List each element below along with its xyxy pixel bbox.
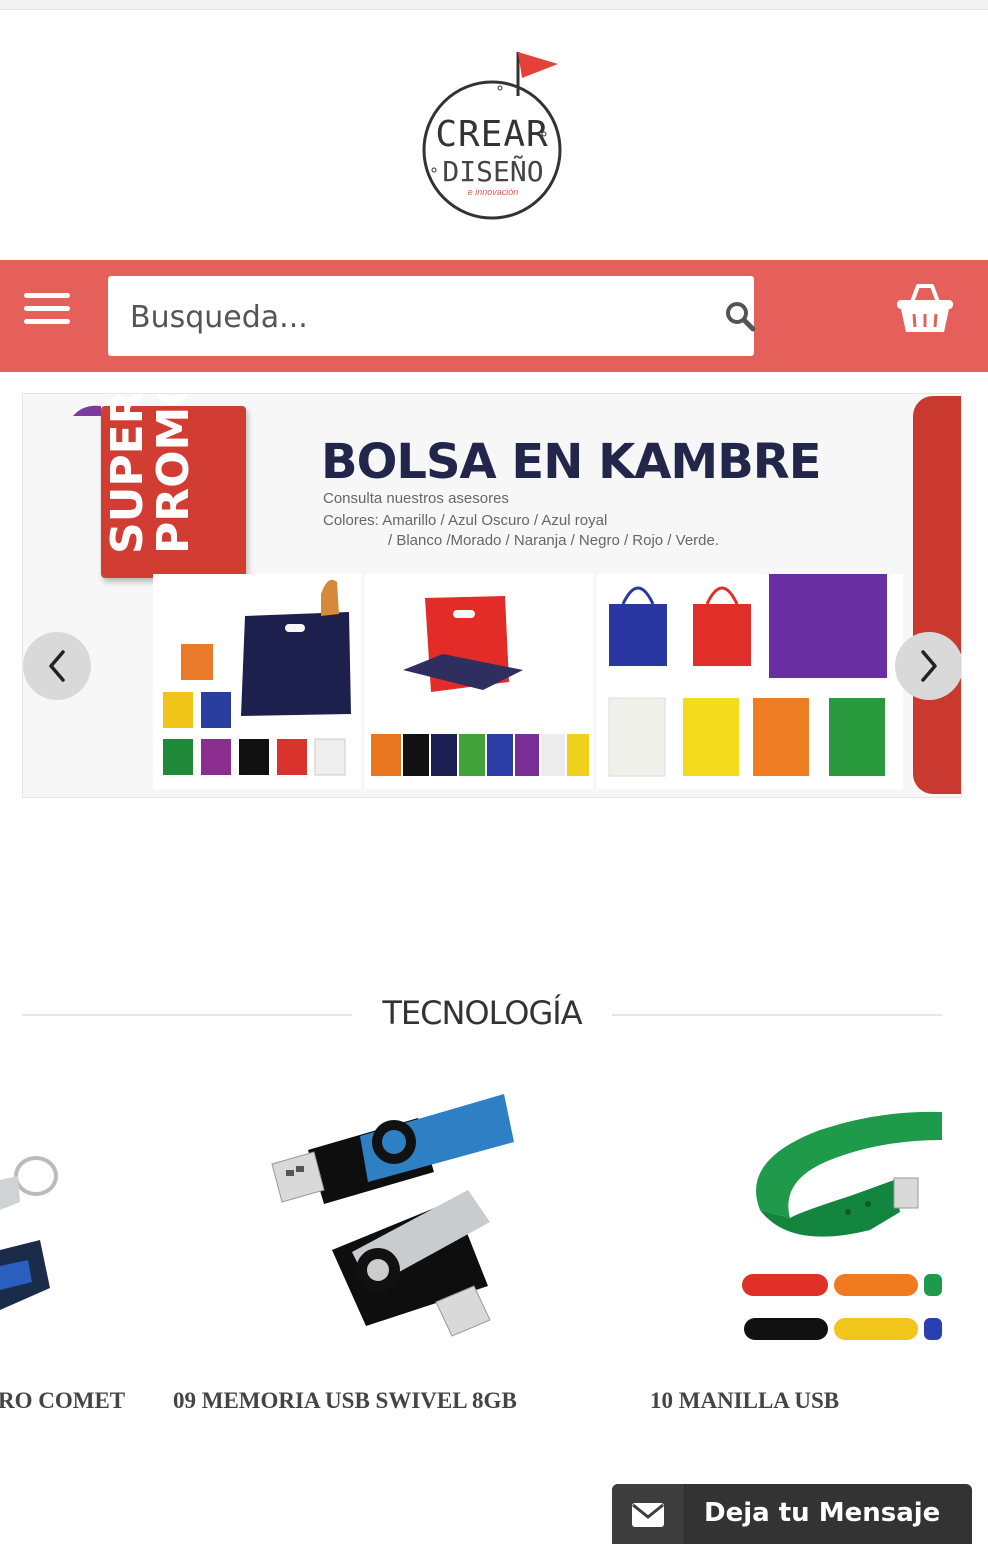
banner-colors-line2: / Blanco /Morado / Naranja / Negro / Roj…: [388, 532, 720, 549]
carousel-next-button[interactable]: [895, 632, 961, 700]
shopping-basket-icon[interactable]: [894, 280, 956, 336]
chevron-right-icon: [921, 650, 937, 682]
section-title: TECNOLOGÍA: [382, 994, 582, 1032]
chevron-left-icon: [49, 650, 65, 682]
section-divider-left: [22, 1014, 352, 1016]
search-input[interactable]: [128, 290, 692, 344]
bags-product-image: [153, 574, 903, 789]
logo[interactable]: CREAR DISEÑO e innovación: [410, 48, 570, 223]
leave-message-button[interactable]: Deja tu Mensaje: [612, 1484, 972, 1544]
logo-tagline: e innovación: [467, 187, 519, 197]
banner-title: BOLSA EN KAMBRE: [321, 434, 822, 490]
super-promo-text: SUPER PROMO: [102, 393, 199, 554]
product-name[interactable]: RO COMET: [0, 1388, 125, 1414]
product-image-usb-bracelet: [742, 1111, 942, 1340]
section-divider-right: [612, 1014, 942, 1016]
carousel-prev-button[interactable]: [23, 632, 91, 700]
logo-subtitle: DISEÑO: [442, 155, 544, 188]
envelope-icon: [612, 1484, 685, 1544]
product-name[interactable]: 09 MEMORIA USB SWIVEL 8GB: [173, 1388, 517, 1414]
search-icon[interactable]: [724, 300, 756, 332]
leave-message-label: Deja tu Mensaje: [704, 1498, 941, 1528]
banner-colors-line1: Colores: Amarillo / Azul Oscuro / Azul r…: [323, 512, 608, 529]
banner-subtitle: Consulta nuestros asesores: [323, 490, 509, 507]
top-border: [0, 0, 988, 10]
product-name[interactable]: 10 MANILLA USB: [650, 1388, 839, 1414]
product-image-usb-swivel: [271, 1094, 514, 1337]
tag-fold: [73, 405, 101, 416]
hamburger-menu-icon[interactable]: [24, 293, 70, 327]
promo-banner[interactable]: SUPER PROMO BOLSA EN KAMBRE Consulta nue…: [22, 393, 962, 798]
product-image-usb-keychain: [0, 1156, 58, 1310]
search-box: [108, 276, 754, 356]
logo-title: CREAR: [435, 114, 549, 155]
